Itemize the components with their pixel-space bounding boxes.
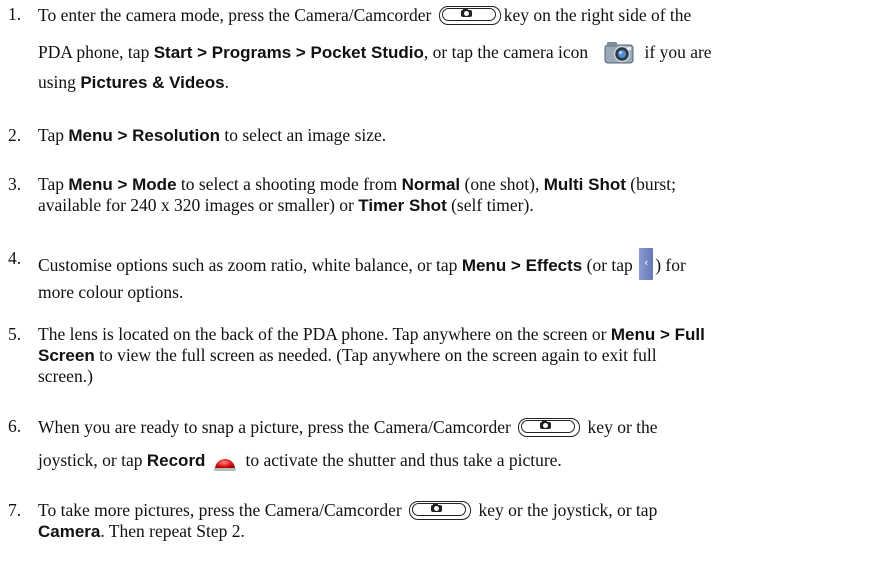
text: (one shot), <box>460 174 544 194</box>
menu-path: Menu > Effects <box>461 256 583 275</box>
step-line: Camera. Then repeat Step 2. <box>38 521 884 542</box>
step-line: PDA phone, tap Start > Programs > Pocket… <box>38 38 884 72</box>
text: When you are ready to snap a picture, pr… <box>38 417 516 437</box>
step-number: 2. <box>8 125 22 145</box>
text: (burst; <box>625 174 676 194</box>
step-number: 1. <box>8 4 22 24</box>
mode-name: Normal <box>401 175 461 194</box>
camera-key-icon <box>409 501 472 520</box>
text: more colour options. <box>38 282 184 302</box>
step-line: Screen to view the full screen as needed… <box>38 345 884 366</box>
text: Tap <box>38 125 69 145</box>
step-number: 7. <box>8 500 22 520</box>
step-line: When you are ready to snap a picture, pr… <box>38 416 884 450</box>
effects-tab-icon: ‹ <box>639 248 654 280</box>
menu-path: Screen <box>38 346 95 365</box>
mode-name: Timer Shot <box>358 196 447 215</box>
step-line: The lens is located on the back of the P… <box>38 324 884 345</box>
step-line: Customise options such as zoom ratio, wh… <box>38 248 884 282</box>
step-number: 3. <box>8 174 22 194</box>
camera-key-icon <box>438 6 501 25</box>
text: to view the full screen as needed. (Tap … <box>94 345 657 365</box>
text: (self timer). <box>446 195 534 215</box>
step-number: 6. <box>8 416 22 436</box>
text: to select an image size. <box>219 125 387 145</box>
text: key or the <box>583 417 658 437</box>
camera-key-icon <box>518 418 581 437</box>
text: , or tap the camera icon <box>423 42 593 62</box>
step-line: available for 240 x 320 images or smalle… <box>38 195 884 216</box>
mode-name: Multi Shot <box>543 175 626 194</box>
step-number: 5. <box>8 324 22 344</box>
text: . <box>224 72 229 92</box>
text: key or the joystick, or tap <box>474 500 658 520</box>
menu-path: Menu > Resolution <box>68 126 220 145</box>
text: to activate the shutter and thus take a … <box>245 450 562 470</box>
text: The lens is located on the back of the P… <box>38 324 611 344</box>
record-icon <box>214 459 237 471</box>
menu-path: Menu > Full <box>610 325 705 344</box>
step-line: more colour options. <box>38 282 884 303</box>
text: if you are <box>644 42 712 62</box>
step-line: To enter the camera mode, press the Came… <box>38 4 884 38</box>
button-name: Record <box>146 451 206 470</box>
button-name: Camera <box>38 522 101 541</box>
step-line: screen.) <box>38 366 884 387</box>
text: key on the right side of the <box>503 5 692 25</box>
step-line: To take more pictures, press the Camera/… <box>38 500 884 521</box>
step-line: Tap Menu > Resolution to select an image… <box>38 125 884 146</box>
text: available for 240 x 320 images or smalle… <box>38 195 359 215</box>
text: to select a shooting mode from <box>176 174 402 194</box>
text: To take more pictures, press the Camera/… <box>38 500 407 520</box>
text: Tap <box>38 174 69 194</box>
text: To enter the camera mode, press the Came… <box>38 5 436 25</box>
text: ) for <box>655 255 686 275</box>
text: screen.) <box>38 366 93 386</box>
menu-path: Start > Programs > Pocket Studio <box>153 43 424 62</box>
camera-icon <box>604 42 634 64</box>
text: Customise options such as zoom ratio, wh… <box>38 255 462 275</box>
text: PDA phone, tap <box>38 42 154 62</box>
step-line: joystick, or tap Record to activate the … <box>38 450 884 471</box>
step-number: 4. <box>8 248 22 268</box>
step-line: Tap Menu > Mode to select a shooting mod… <box>38 174 884 195</box>
instruction-document: 1. To enter the camera mode, press the C… <box>0 0 888 563</box>
text: joystick, or tap <box>38 450 147 470</box>
text: using <box>38 72 81 92</box>
text: (or tap <box>582 255 638 275</box>
step-line: using Pictures & Videos. <box>38 72 884 93</box>
app-name: Pictures & Videos <box>80 73 225 92</box>
menu-path: Menu > Mode <box>68 175 177 194</box>
text: . Then repeat Step 2. <box>100 521 245 541</box>
